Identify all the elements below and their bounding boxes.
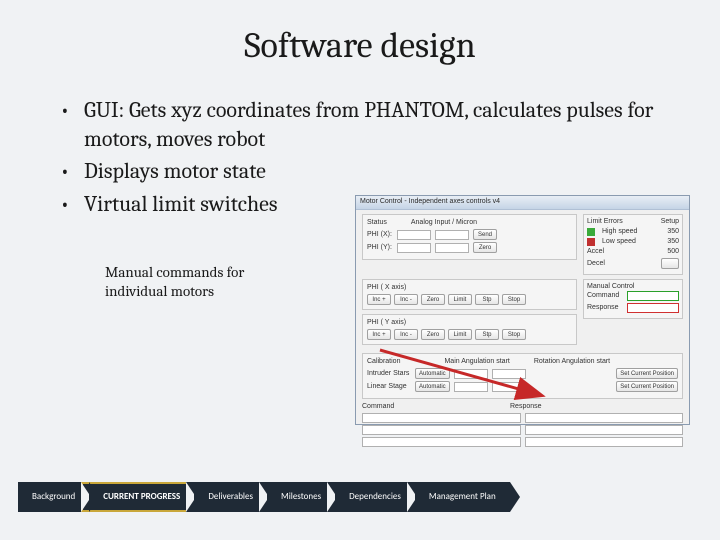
- phi-x-input: [397, 230, 431, 240]
- response-input: [627, 303, 679, 313]
- accel-val: 500: [667, 248, 679, 255]
- bottom-input: [362, 413, 521, 423]
- bottom-input: [525, 425, 684, 435]
- phi-x-input2: [435, 230, 469, 240]
- stop-button: Stop: [502, 294, 526, 305]
- inc-minus-button: Inc -: [394, 294, 418, 305]
- low-val: 350: [667, 238, 679, 245]
- auto-button: Automatic: [415, 381, 450, 392]
- auto-button: Automatic: [415, 368, 450, 379]
- inc-plus-button: Inc +: [367, 294, 391, 305]
- inc-plus-button: Inc +: [367, 329, 391, 340]
- high-speed-label: High speed: [602, 228, 637, 235]
- send-button: Send: [473, 229, 497, 240]
- phi-y-label: PHI (Y):: [367, 244, 393, 251]
- command-input: [627, 291, 679, 301]
- intruder-label: Intruder Stars: [367, 370, 411, 377]
- bottom-input: [525, 413, 684, 423]
- slide-title: Software design: [50, 25, 670, 66]
- rot-angle-label: Rotation Angulation start: [534, 358, 610, 365]
- calib-input: [492, 369, 526, 379]
- setup-label: Setup: [661, 218, 679, 225]
- decel-label: Decel: [587, 260, 605, 267]
- status-label: Status: [367, 219, 387, 226]
- accel-label: Accel: [587, 248, 604, 255]
- phi-y-axis-label: PHI ( Y axis): [367, 319, 406, 326]
- analog-label: Analog Input / Micron: [411, 219, 477, 226]
- zero-button: Zero: [473, 242, 497, 253]
- stop-button: Stop: [502, 329, 526, 340]
- manual-title: Manual Control: [587, 283, 634, 290]
- bottom-input: [362, 437, 521, 447]
- zero-axis-button: Zero: [421, 329, 445, 340]
- calib-label: Calibration: [367, 358, 400, 365]
- limit-err-icon: [587, 238, 595, 246]
- limit-title: Limit Errors: [587, 218, 623, 225]
- bottom-input: [525, 437, 684, 447]
- set-pos-button: Set Current Position: [616, 368, 678, 379]
- limit-ok-icon: [587, 228, 595, 236]
- cmd2-label: Command: [362, 403, 406, 410]
- stp-button: Stp: [475, 294, 499, 305]
- low-speed-label: Low speed: [602, 238, 636, 245]
- phi-x-label: PHI (X):: [367, 231, 393, 238]
- app-screenshot: Motor Control - Independent axes control…: [355, 195, 690, 425]
- decel-button: [661, 258, 679, 269]
- nav-background: Background: [18, 482, 89, 512]
- limit-button: Limit: [448, 294, 472, 305]
- zero-axis-button: Zero: [421, 294, 445, 305]
- set-pos-button: Set Current Position: [616, 381, 678, 392]
- main-angle-label: Main Angulation start: [444, 358, 509, 365]
- linear-label: Linear Stage: [367, 383, 411, 390]
- phi-y-input: [397, 243, 431, 253]
- inc-minus-button: Inc -: [394, 329, 418, 340]
- caption-text: Manual commands for individual motors: [105, 263, 305, 301]
- high-val: 350: [667, 228, 679, 235]
- limit-button: Limit: [448, 329, 472, 340]
- window-titlebar: Motor Control - Independent axes control…: [356, 196, 689, 210]
- bullet-item: GUI: Gets xyz coordinates from PHANTOM, …: [60, 96, 670, 153]
- command-label: Command: [587, 292, 623, 299]
- stp-button: Stp: [475, 329, 499, 340]
- calib-input: [454, 382, 488, 392]
- progress-nav: Background CURRENT PROGRESS Deliverables…: [18, 482, 510, 512]
- phi-x-axis-label: PHI ( X axis): [367, 284, 406, 291]
- calib-input: [454, 369, 488, 379]
- response-label: Response: [587, 304, 623, 311]
- resp2-label: Response: [510, 403, 542, 410]
- bullet-item: Displays motor state: [60, 157, 670, 186]
- bottom-input: [362, 425, 521, 435]
- calib-input: [492, 382, 526, 392]
- phi-y-input2: [435, 243, 469, 253]
